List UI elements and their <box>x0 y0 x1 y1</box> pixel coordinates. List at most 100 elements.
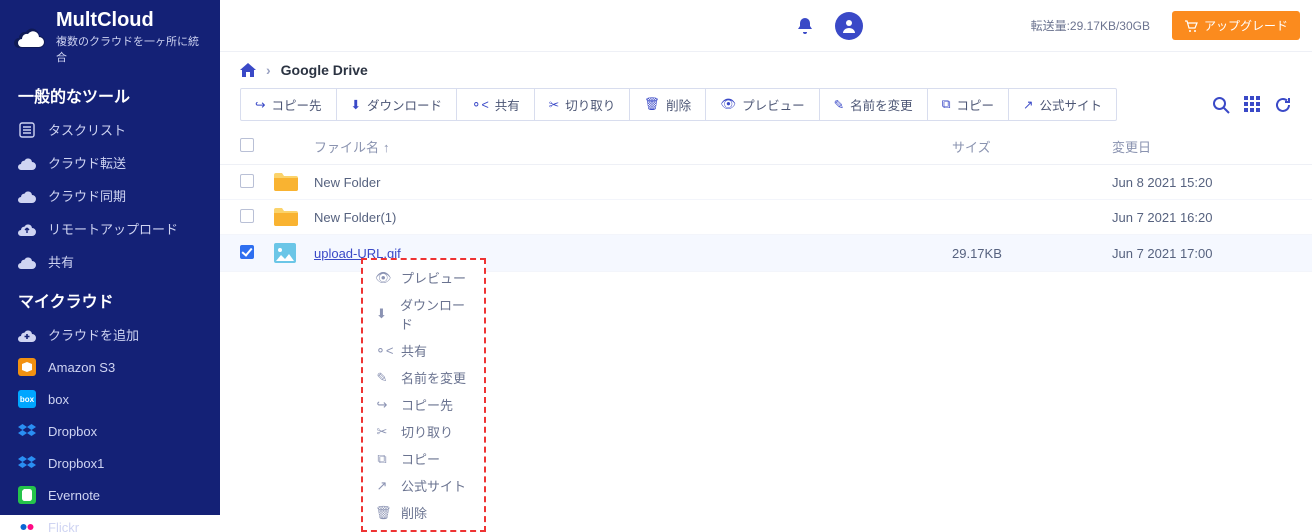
context-menu: 👁プレビュー ⬇ ダウンロード ⚬˂ 共有 ✎名前を変更 ↪コピー先 ✂ 切り取り ⧉… <box>361 258 486 532</box>
brand: MultCloud 複数のクラウドを一ヶ所に統合 <box>0 0 220 73</box>
scissors-icon: ✂ <box>375 424 389 440</box>
nav-share[interactable]: 共有 <box>0 245 220 278</box>
tb-label: 名前を変更 <box>850 95 913 114</box>
search-icon[interactable] <box>1212 96 1230 114</box>
row-checkbox[interactable] <box>240 209 254 223</box>
tb-label: 公式サイト <box>1040 95 1103 114</box>
cloud-flickr[interactable]: Flickr <box>0 511 220 532</box>
cloud-icon <box>18 187 36 205</box>
breadcrumb-current[interactable]: Google Drive <box>281 62 368 78</box>
table-row[interactable]: New Folder Jun 8 2021 15:20 <box>220 165 1312 200</box>
cloud-plus-icon <box>18 326 36 344</box>
cloud-label: Evernote <box>48 488 100 503</box>
ctx-delete[interactable]: 🗑削除 <box>363 499 484 526</box>
nav-transfer[interactable]: クラウド転送 <box>0 146 220 179</box>
nav-tasklist[interactable]: タスクリスト <box>0 113 220 146</box>
refresh-icon[interactable] <box>1274 96 1292 114</box>
dropbox-icon <box>18 422 36 440</box>
col-date[interactable]: 変更日 <box>1112 137 1292 156</box>
external-icon: ↗ <box>1023 97 1033 112</box>
cloud-label: Dropbox <box>48 424 97 439</box>
section-title-myclouds: マイクラウド <box>0 278 220 318</box>
cloud-up-icon <box>18 220 36 238</box>
eye-icon: 👁 <box>720 97 736 112</box>
download-icon: ⬇ <box>375 306 388 322</box>
arrow-icon: ↪ <box>375 397 389 413</box>
tb-download[interactable]: ⬇ダウンロード <box>336 89 457 120</box>
ctx-preview[interactable]: 👁プレビュー <box>363 264 484 291</box>
file-date: Jun 7 2021 17:00 <box>1112 246 1292 261</box>
ctx-label: プレビュー <box>401 268 466 287</box>
select-all-checkbox[interactable] <box>240 138 254 152</box>
ctx-label: ダウンロード <box>400 295 472 333</box>
tb-rename[interactable]: ✎ 名前を変更 <box>819 89 927 120</box>
nav-remote-upload[interactable]: リモートアップロード <box>0 212 220 245</box>
quota-text: 転送量:29.17KB/30GB <box>1025 17 1156 34</box>
ctx-cut[interactable]: ✂ 切り取り <box>363 418 484 445</box>
scissors-icon: ✂ <box>549 97 559 112</box>
main: 転送量:29.17KB/30GB アップグレード › Google Drive … <box>220 0 1312 515</box>
evernote-icon <box>18 486 36 504</box>
tb-label: 切り取り <box>565 95 615 114</box>
grid-view-icon[interactable] <box>1244 96 1260 114</box>
file-date: Jun 8 2021 15:20 <box>1112 175 1292 190</box>
ctx-site[interactable]: ↗公式サイト <box>363 472 484 499</box>
pencil-icon: ✎ <box>834 97 844 112</box>
tb-share[interactable]: ⚬˂ 共有 <box>456 89 534 120</box>
nav-sync[interactable]: クラウド同期 <box>0 179 220 212</box>
tb-site[interactable]: ↗ 公式サイト <box>1008 89 1116 120</box>
cloud-dropbox[interactable]: Dropbox <box>0 415 220 447</box>
tb-label: 共有 <box>495 95 520 114</box>
tb-copy-to[interactable]: ↪コピー先 <box>241 89 336 120</box>
cloud-evernote[interactable]: Evernote <box>0 479 220 511</box>
tb-preview[interactable]: 👁プレビュー <box>705 89 818 120</box>
home-icon[interactable] <box>240 63 256 77</box>
nav-label: クラウド転送 <box>48 153 126 172</box>
folder-icon <box>274 173 314 191</box>
cloud-label: box <box>48 392 69 407</box>
external-icon: ↗ <box>375 478 389 494</box>
ctx-label: 切り取り <box>401 422 453 441</box>
col-size[interactable]: サイズ <box>952 137 1112 156</box>
tb-label: コピー <box>957 95 995 114</box>
cloud-label: Flickr <box>48 520 79 532</box>
ctx-rename[interactable]: ✎名前を変更 <box>363 364 484 391</box>
row-checkbox[interactable] <box>240 245 254 259</box>
col-name[interactable]: ファイル名↑ <box>314 137 952 156</box>
row-checkbox[interactable] <box>240 174 254 188</box>
tb-label: 削除 <box>666 95 691 114</box>
ctx-label: 共有 <box>401 341 427 360</box>
table-row[interactable]: New Folder(1) Jun 7 2021 16:20 <box>220 200 1312 235</box>
ctx-share[interactable]: ⚬˂ 共有 <box>363 337 484 364</box>
sidebar: MultCloud 複数のクラウドを一ヶ所に統合 一般的なツール タスクリスト … <box>0 0 220 515</box>
tb-delete[interactable]: 🗑削除 <box>629 89 705 120</box>
ctx-copy[interactable]: ⧉コピー <box>363 445 484 472</box>
user-avatar-icon[interactable] <box>835 12 863 40</box>
nav-add-cloud[interactable]: クラウドを追加 <box>0 318 220 351</box>
trash-icon: 🗑 <box>375 505 389 521</box>
file-date: Jun 7 2021 16:20 <box>1112 210 1292 225</box>
cloud-label: Amazon S3 <box>48 360 115 375</box>
cloud-label: Dropbox1 <box>48 456 104 471</box>
upgrade-button[interactable]: アップグレード <box>1172 11 1300 40</box>
cloud-box[interactable]: box box <box>0 383 220 415</box>
nav-label: クラウドを追加 <box>48 325 139 344</box>
share-icon: ⚬˂ <box>375 343 389 359</box>
cloud-dropbox1[interactable]: Dropbox1 <box>0 447 220 479</box>
ctx-copy-to[interactable]: ↪コピー先 <box>363 391 484 418</box>
ctx-download[interactable]: ⬇ ダウンロード <box>363 291 484 337</box>
table-header: ファイル名↑ サイズ 変更日 <box>220 129 1312 165</box>
cloud-amazon-s3[interactable]: Amazon S3 <box>0 351 220 383</box>
tb-cut[interactable]: ✂ 切り取り <box>534 89 630 120</box>
ctx-label: コピー <box>401 449 440 468</box>
tb-label: ダウンロード <box>367 95 442 114</box>
flickr-icon <box>18 518 36 532</box>
notifications-icon[interactable] <box>791 12 819 40</box>
arrow-icon: ↪ <box>255 97 265 112</box>
section-title-general: 一般的なツール <box>0 73 220 113</box>
file-name: New Folder(1) <box>314 210 952 225</box>
nav-label: タスクリスト <box>48 120 126 139</box>
folder-icon <box>274 208 314 226</box>
share-icon: ⚬˂ <box>471 97 489 112</box>
tb-copy[interactable]: ⧉コピー <box>927 89 1008 120</box>
